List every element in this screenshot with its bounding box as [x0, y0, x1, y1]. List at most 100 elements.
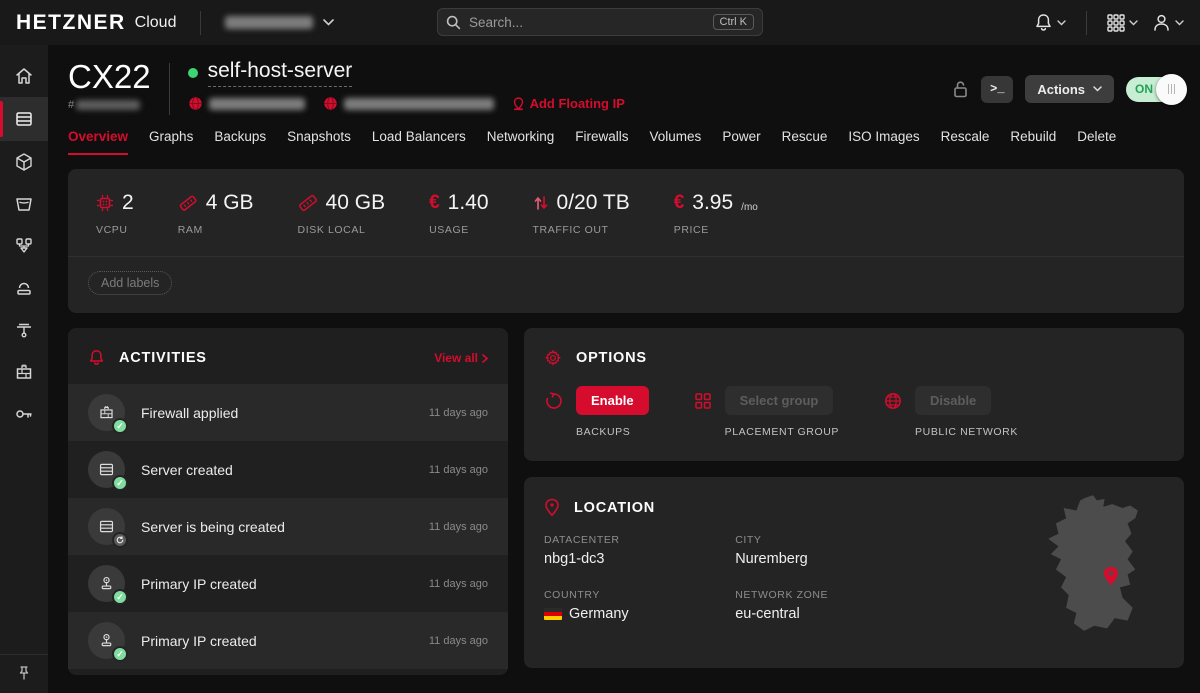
ipv4-item[interactable]	[188, 96, 305, 111]
server-type: CX22	[68, 59, 151, 95]
running-badge-icon	[112, 532, 128, 548]
sidebar-item-images[interactable]	[0, 141, 48, 183]
option-backups: Enable BACKUPS	[544, 386, 649, 438]
tab-delete[interactable]: Delete	[1077, 129, 1116, 155]
activity-row[interactable]: ✓ Server created 11 days ago	[68, 441, 508, 498]
option-public-network: Disable PUBLIC NETWORK	[883, 386, 1018, 438]
success-badge-icon: ✓	[112, 589, 128, 605]
sidebar-item-firewalls[interactable]	[0, 351, 48, 393]
tab-rebuild[interactable]: Rebuild	[1010, 129, 1056, 155]
euro-icon: €	[674, 194, 685, 212]
hetzner-logo[interactable]: HETZNER	[16, 11, 126, 35]
stat-price: € 3.95 /mo PRICE	[674, 191, 758, 236]
server-stats-card: 2 VCPU 4 GB RAM 40 GB DISK LO	[68, 169, 1184, 313]
search-icon	[446, 15, 461, 30]
success-badge-icon: ✓	[112, 475, 128, 491]
globe-icon	[883, 391, 903, 411]
project-name-redacted[interactable]	[225, 16, 313, 29]
chevron-down-icon	[1175, 20, 1184, 26]
chevron-down-icon	[1093, 86, 1102, 92]
bell-icon	[1034, 13, 1053, 33]
add-labels-button[interactable]: Add labels	[88, 271, 172, 295]
actions-button[interactable]: Actions	[1025, 75, 1114, 103]
tab-snapshots[interactable]: Snapshots	[287, 129, 351, 155]
sidebar-item-floating-ips[interactable]	[0, 267, 48, 309]
tab-iso-images[interactable]: ISO Images	[848, 129, 919, 155]
activity-row[interactable]: ✓ Primary IP created 11 days ago	[68, 612, 508, 669]
activity-time: 11 days ago	[429, 464, 488, 476]
home-icon	[14, 66, 34, 86]
tab-load-balancers[interactable]: Load Balancers	[372, 129, 466, 155]
globe-icon	[188, 96, 203, 111]
select-placement-group-button[interactable]: Select group	[725, 386, 834, 415]
tab-power[interactable]: Power	[722, 129, 760, 155]
apps-menu[interactable]	[1107, 14, 1138, 32]
search-input[interactable]	[469, 15, 713, 30]
security-key-icon	[14, 404, 34, 424]
tab-volumes[interactable]: Volumes	[650, 129, 702, 155]
stat-label: DISK LOCAL	[298, 224, 386, 236]
ram-icon	[178, 194, 198, 212]
server-tabs: Overview Graphs Backups Snapshots Load B…	[68, 129, 1184, 155]
chevron-down-icon[interactable]	[323, 19, 334, 26]
unlock-icon[interactable]	[952, 79, 969, 99]
sidebar-footer	[0, 654, 48, 693]
view-all-label: View all	[434, 351, 478, 365]
sidebar-item-load-balancers[interactable]	[0, 225, 48, 267]
chevron-down-icon	[1129, 20, 1138, 26]
sidebar-item-networks[interactable]	[0, 309, 48, 351]
euro-icon: €	[429, 194, 440, 212]
activity-title: Server is being created	[141, 519, 285, 535]
console-button[interactable]: >_	[981, 76, 1013, 103]
add-floating-ip-link[interactable]: Add Floating IP	[512, 96, 625, 111]
option-placement-group: Select group PLACEMENT GROUP	[693, 386, 839, 438]
backup-history-icon	[544, 391, 564, 411]
images-icon	[14, 152, 34, 172]
tab-firewalls[interactable]: Firewalls	[575, 129, 628, 155]
activities-title: ACTIVITIES	[119, 350, 207, 366]
field-label: CITY	[735, 534, 926, 546]
stat-value: 40 GB	[326, 191, 386, 215]
disable-public-network-button[interactable]: Disable	[915, 386, 991, 415]
firewall-icon	[98, 404, 115, 421]
tab-rescale[interactable]: Rescale	[941, 129, 990, 155]
pin-sidebar-icon[interactable]	[17, 665, 31, 681]
germany-map	[1038, 495, 1166, 649]
tab-rescue[interactable]: Rescue	[782, 129, 828, 155]
main-content: CX22 # self-host-server	[48, 45, 1200, 693]
search-bar[interactable]: Ctrl K	[437, 8, 763, 36]
floating-ip-icon	[512, 97, 525, 111]
tab-networking[interactable]: Networking	[487, 129, 555, 155]
server-name[interactable]: self-host-server	[208, 59, 353, 87]
stat-value: 3.95	[692, 191, 733, 215]
server-id-redacted	[76, 100, 140, 110]
topbar: HETZNER Cloud Ctrl K	[0, 0, 1200, 45]
activity-time: 11 days ago	[429, 407, 488, 419]
server-id: #	[68, 99, 151, 111]
tab-overview[interactable]: Overview	[68, 129, 128, 155]
firewalls-icon	[14, 362, 34, 382]
activity-row[interactable]: ✓ Firewall applied 11 days ago	[68, 384, 508, 441]
activity-row[interactable]: Server is being created 11 days ago	[68, 498, 508, 555]
tab-backups[interactable]: Backups	[214, 129, 266, 155]
tab-graphs[interactable]: Graphs	[149, 129, 193, 155]
sidebar-item-servers[interactable]	[0, 97, 48, 141]
stat-value: 0/20 TB	[557, 191, 630, 215]
activity-row[interactable]: ✓ Primary IP created 11 days ago	[68, 555, 508, 612]
ipv6-item[interactable]	[323, 96, 494, 111]
user-menu[interactable]	[1152, 13, 1184, 32]
sidebar-item-storage[interactable]	[0, 183, 48, 225]
avatar: ✓	[88, 451, 125, 488]
enable-backups-button[interactable]: Enable	[576, 386, 649, 415]
option-label: PLACEMENT GROUP	[725, 426, 839, 438]
location-pin-icon	[544, 498, 560, 517]
options-panel: OPTIONS Enable BACKUPS	[524, 328, 1184, 461]
field-label: NETWORK ZONE	[735, 589, 926, 601]
server-icon	[98, 518, 115, 535]
view-all-link[interactable]: View all	[434, 351, 488, 365]
sidebar-item-home[interactable]	[0, 55, 48, 97]
sidebar-item-security[interactable]	[0, 393, 48, 435]
add-floating-ip-label: Add Floating IP	[530, 96, 625, 111]
notifications-menu[interactable]	[1034, 13, 1066, 33]
power-toggle[interactable]: ON	[1126, 77, 1184, 102]
